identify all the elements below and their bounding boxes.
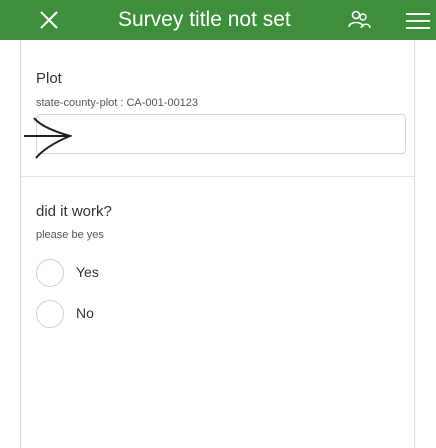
people-icon[interactable] — [346, 7, 372, 33]
radio-option-no[interactable]: No — [36, 296, 406, 332]
work-question-hint: please be yes — [36, 229, 104, 241]
background-app-left — [0, 0, 20, 448]
plot-question-hint: state-county-plot : CA-001-00123 — [36, 97, 199, 109]
chevron-arrow-icon — [22, 112, 74, 164]
radio-button[interactable] — [36, 259, 64, 287]
work-question-label: did it work? — [36, 203, 112, 220]
radio-option-label: Yes — [76, 264, 99, 280]
survey-title: Survey title not set — [118, 8, 291, 31]
radio-option-yes[interactable]: Yes — [36, 255, 406, 291]
background-app-right — [414, 0, 436, 448]
plot-input[interactable] — [36, 114, 406, 154]
plot-question-label: Plot — [36, 70, 62, 87]
panel-right-edge — [414, 40, 415, 448]
close-x-icon[interactable] — [36, 7, 62, 33]
app-header: Survey title not set — [0, 0, 436, 40]
menu-icon[interactable] — [404, 12, 432, 30]
radio-button[interactable] — [36, 300, 64, 328]
question-divider — [21, 176, 414, 177]
radio-option-label: No — [76, 305, 94, 321]
